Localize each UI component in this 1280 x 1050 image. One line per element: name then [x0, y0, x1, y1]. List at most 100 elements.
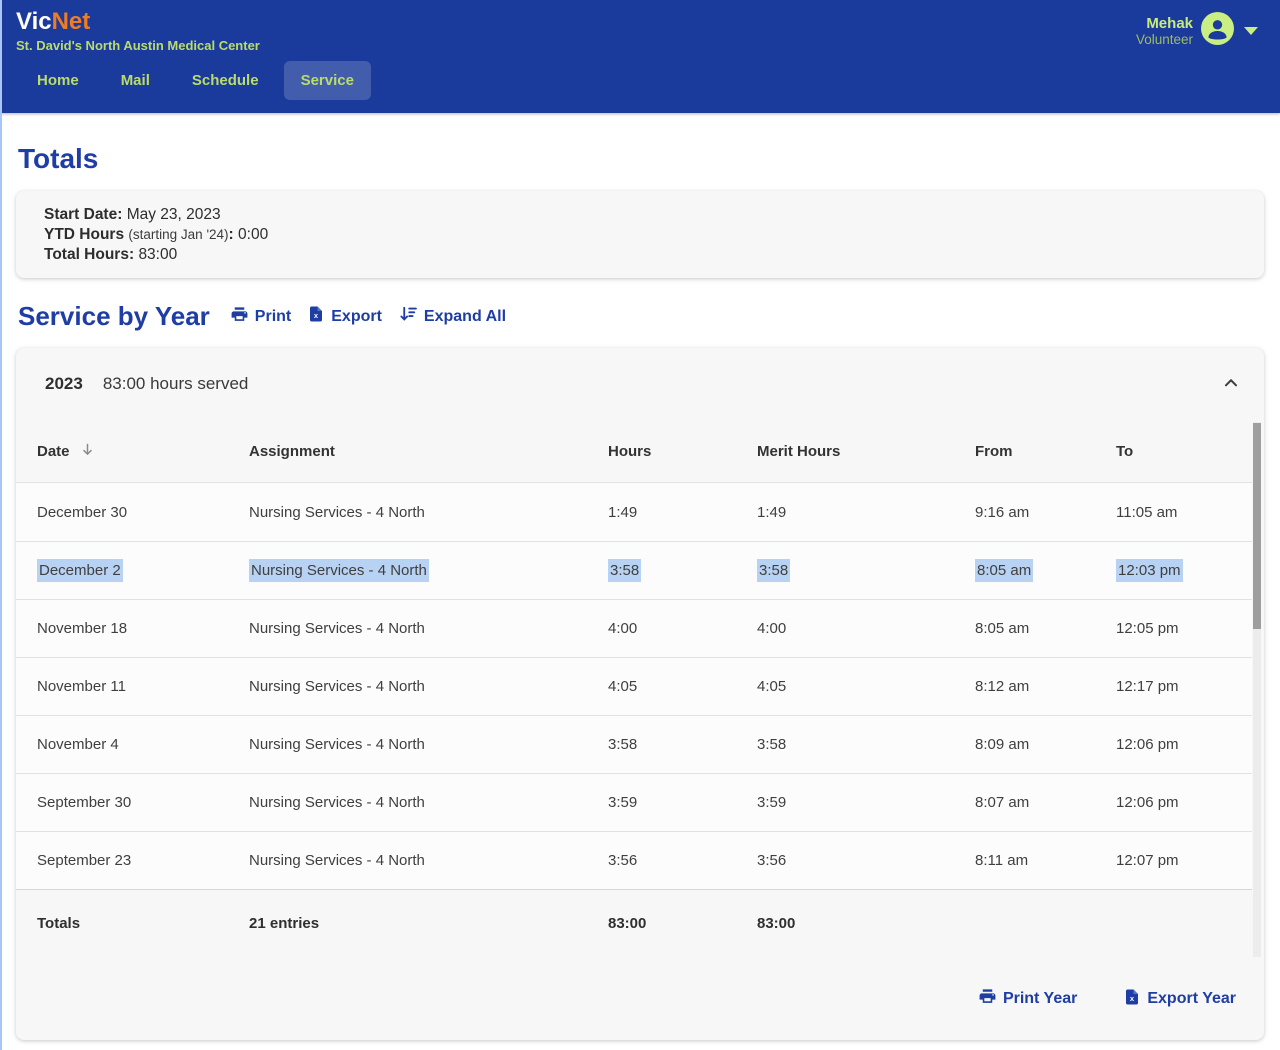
column-header-assignment: Assignment — [249, 443, 608, 460]
ytd-hours-label: YTD Hours — [44, 226, 124, 243]
cell-from: 8:12 am — [975, 678, 1029, 695]
user-avatar-icon[interactable] — [1201, 12, 1234, 50]
year-card-footer: Print Year x Export Year — [16, 957, 1264, 1040]
cell-from: 8:07 am — [975, 794, 1029, 811]
year-accordion-header[interactable]: 2023 83:00 hours served — [16, 348, 1264, 420]
expand-all-label: Expand All — [424, 308, 506, 326]
cell-merit-hours: 4:00 — [757, 620, 786, 637]
totals-row-entries: 21 entries — [249, 915, 608, 932]
cell-hours: 4:00 — [608, 620, 637, 637]
column-header-hours: Hours — [608, 443, 757, 460]
table-row: September 30 Nursing Services - 4 North … — [16, 773, 1252, 831]
cell-assignment: Nursing Services - 4 North — [249, 559, 429, 582]
totals-row-label: Totals — [37, 915, 249, 932]
cell-date: September 30 — [37, 794, 131, 811]
cell-to: 12:17 pm — [1116, 678, 1179, 695]
expand-all-button[interactable]: Expand All — [390, 300, 514, 333]
total-hours-label: Total Hours: — [44, 246, 134, 263]
brand-secondary-text: Net — [52, 8, 91, 35]
user-role: Volunteer — [1136, 32, 1193, 47]
user-menu[interactable]: Mehak Volunteer — [1136, 12, 1258, 50]
service-by-year-header: Service by Year Print x Export Expand Al… — [18, 300, 1264, 333]
totals-row-hours: 83:00 — [608, 915, 757, 932]
start-date-value: May 23, 2023 — [127, 206, 221, 223]
cell-from: 9:16 am — [975, 504, 1029, 521]
cell-from: 8:09 am — [975, 736, 1029, 753]
year-2023-card: 2023 83:00 hours served Date Assignment … — [16, 348, 1264, 1040]
ytd-separator: : — [229, 226, 234, 243]
brand-primary-text: Vic — [16, 8, 52, 35]
cell-hours: 4:05 — [608, 678, 637, 695]
cell-merit-hours: 4:05 — [757, 678, 786, 695]
export-label: Export — [331, 308, 382, 326]
cell-from: 8:05 am — [975, 620, 1029, 637]
main-nav: Home Mail Schedule Service — [20, 61, 1280, 100]
organization-name: St. David's North Austin Medical Center — [16, 38, 1280, 53]
export-button[interactable]: x Export — [299, 301, 390, 332]
service-by-year-title: Service by Year — [18, 301, 210, 332]
cell-assignment: Nursing Services - 4 North — [249, 852, 425, 869]
cell-hours: 1:49 — [608, 504, 637, 521]
caret-down-icon[interactable] — [1244, 27, 1258, 35]
table-totals-row: Totals 21 entries 83:00 83:00 — [16, 889, 1252, 957]
cell-to: 11:05 am — [1116, 504, 1177, 521]
nav-item-schedule[interactable]: Schedule — [175, 61, 276, 100]
ytd-hours-line: YTD Hours (starting Jan '24): 0:00 — [44, 225, 1236, 245]
export-year-button[interactable]: x Export Year — [1115, 984, 1244, 1015]
service-table: Date Assignment Hours Merit Hours From T… — [16, 420, 1264, 957]
cell-to: 12:07 pm — [1116, 852, 1179, 869]
cell-merit-hours: 3:59 — [757, 794, 786, 811]
table-scrollbar-thumb[interactable] — [1253, 423, 1261, 629]
cell-merit-hours: 3:58 — [757, 736, 786, 753]
print-year-button[interactable]: Print Year — [970, 983, 1085, 1015]
print-button[interactable]: Print — [222, 301, 299, 333]
column-header-date[interactable]: Date — [37, 441, 249, 462]
printer-icon — [230, 305, 249, 329]
print-year-label: Print Year — [1003, 990, 1077, 1008]
table-row-selected: December 2 Nursing Services - 4 North 3:… — [16, 541, 1252, 599]
cell-to: 12:06 pm — [1116, 736, 1179, 753]
cell-merit-hours: 1:49 — [757, 504, 786, 521]
table-row: November 18 Nursing Services - 4 North 4… — [16, 599, 1252, 657]
start-date-label: Start Date: — [44, 206, 122, 223]
user-name: Mehak — [1136, 16, 1193, 32]
cell-date: November 18 — [37, 620, 127, 637]
cell-hours: 3:59 — [608, 794, 637, 811]
year-hours-summary: 83:00 hours served — [103, 374, 249, 394]
collapse-year-button[interactable] — [1220, 372, 1242, 397]
cell-date: September 23 — [37, 852, 131, 869]
table-row: November 11 Nursing Services - 4 North 4… — [16, 657, 1252, 715]
table-row: December 30 Nursing Services - 4 North 1… — [16, 483, 1252, 541]
table-scrollbar-track[interactable] — [1253, 422, 1261, 957]
cell-from: 8:11 am — [975, 852, 1028, 869]
year-label: 2023 — [45, 374, 83, 394]
cell-from: 8:05 am — [975, 559, 1033, 582]
export-year-label: Export Year — [1147, 990, 1236, 1008]
sort-descending-icon — [79, 441, 96, 462]
total-hours-line: Total Hours: 83:00 — [44, 245, 1236, 265]
export-file-icon: x — [1123, 988, 1141, 1011]
nav-item-home[interactable]: Home — [20, 61, 96, 100]
totals-row-merit-hours: 83:00 — [757, 915, 975, 932]
cell-date: November 11 — [37, 678, 126, 695]
totals-summary-card: Start Date: May 23, 2023 YTD Hours (star… — [16, 191, 1264, 278]
nav-item-mail[interactable]: Mail — [104, 61, 167, 100]
cell-hours: 3:58 — [608, 559, 641, 582]
nav-item-service[interactable]: Service — [284, 61, 371, 100]
chevron-up-icon — [1220, 372, 1242, 397]
cell-to: 12:06 pm — [1116, 794, 1179, 811]
page-left-border — [0, 0, 2, 1050]
vicnet-logo[interactable]: VicNet — [16, 9, 1280, 35]
column-header-merit-hours: Merit Hours — [757, 443, 975, 460]
cell-date: November 4 — [37, 736, 119, 753]
date-column-label: Date — [37, 443, 70, 460]
cell-assignment: Nursing Services - 4 North — [249, 620, 425, 637]
cell-merit-hours: 3:58 — [757, 559, 790, 582]
cell-to: 12:05 pm — [1116, 620, 1179, 637]
ytd-hours-note: (starting Jan '24) — [128, 227, 228, 242]
cell-assignment: Nursing Services - 4 North — [249, 794, 425, 811]
totals-title: Totals — [18, 143, 1264, 175]
cell-hours: 3:56 — [608, 852, 637, 869]
cell-to: 12:03 pm — [1116, 559, 1183, 582]
export-file-icon: x — [307, 305, 325, 328]
